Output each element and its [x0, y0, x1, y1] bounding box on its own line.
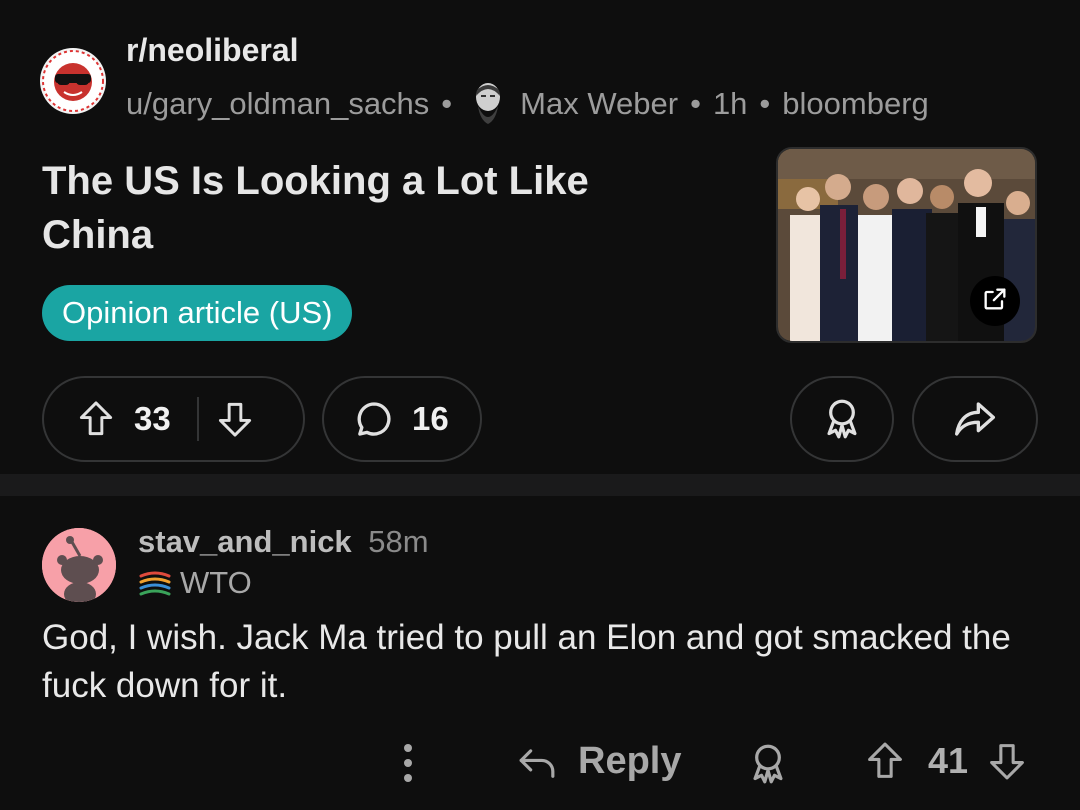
comment-avatar[interactable] [42, 528, 116, 602]
author-flair-text: Max Weber [520, 86, 679, 121]
reply-label: Reply [578, 740, 682, 782]
award-button[interactable] [790, 376, 894, 462]
post-card[interactable]: r/neoliberal u/gary_oldman_sachs • Max W… [0, 0, 1080, 474]
comment-header: stav_and_nick 58m [138, 524, 429, 560]
upvote-count: 33 [134, 400, 171, 437]
post-title[interactable]: The US Is Looking a Lot Like China [42, 154, 702, 262]
user-flair-text: WTO [180, 565, 252, 600]
separator-dot: • [690, 86, 701, 121]
subreddit-name[interactable]: r/neoliberal [126, 32, 299, 69]
comment-vote-count: 41 [928, 740, 969, 781]
comment-icon [354, 399, 394, 439]
reply-button[interactable]: Reply [516, 740, 681, 783]
subreddit-avatar[interactable] [40, 48, 106, 114]
separator-dot: • [441, 86, 453, 121]
comment-time: 58m [368, 524, 429, 559]
author-flair-icon [468, 80, 508, 128]
upvote-icon[interactable] [78, 400, 114, 438]
comments-button[interactable]: 16 [322, 376, 482, 462]
external-link-icon [981, 285, 1009, 318]
post-time: 1h [712, 86, 748, 121]
post-domain[interactable]: bloomberg [782, 86, 928, 122]
post-author[interactable]: u/gary_oldman_sachs [126, 86, 429, 122]
user-flair: WTO [138, 565, 252, 601]
more-options-button[interactable] [396, 742, 420, 784]
comment-vote-controls: 41 [866, 740, 1026, 782]
post-meta: u/gary_oldman_sachs • Max Weber • 1h • b… [126, 80, 929, 128]
section-divider [0, 474, 1080, 496]
external-link-button[interactable] [970, 276, 1020, 326]
separator-dot: • [759, 86, 771, 121]
downvote-icon[interactable] [217, 400, 253, 438]
wto-flair-icon [138, 568, 172, 598]
comment-username[interactable]: stav_and_nick [138, 524, 352, 559]
share-button[interactable] [912, 376, 1038, 462]
upvote-icon[interactable] [866, 741, 904, 781]
vote-divider [196, 397, 199, 441]
vote-controls: 33 [42, 376, 305, 462]
comment-count: 16 [412, 400, 449, 437]
post-flair-tag[interactable]: Opinion article (US) [42, 285, 353, 341]
share-icon [953, 399, 997, 439]
comment-award-button[interactable] [748, 743, 788, 785]
award-icon [748, 743, 788, 785]
downvote-icon[interactable] [988, 741, 1026, 781]
more-vertical-icon [396, 742, 420, 784]
reply-icon [516, 743, 558, 781]
comment-body: God, I wish. Jack Ma tried to pull an El… [42, 618, 1011, 705]
award-icon [822, 398, 862, 440]
